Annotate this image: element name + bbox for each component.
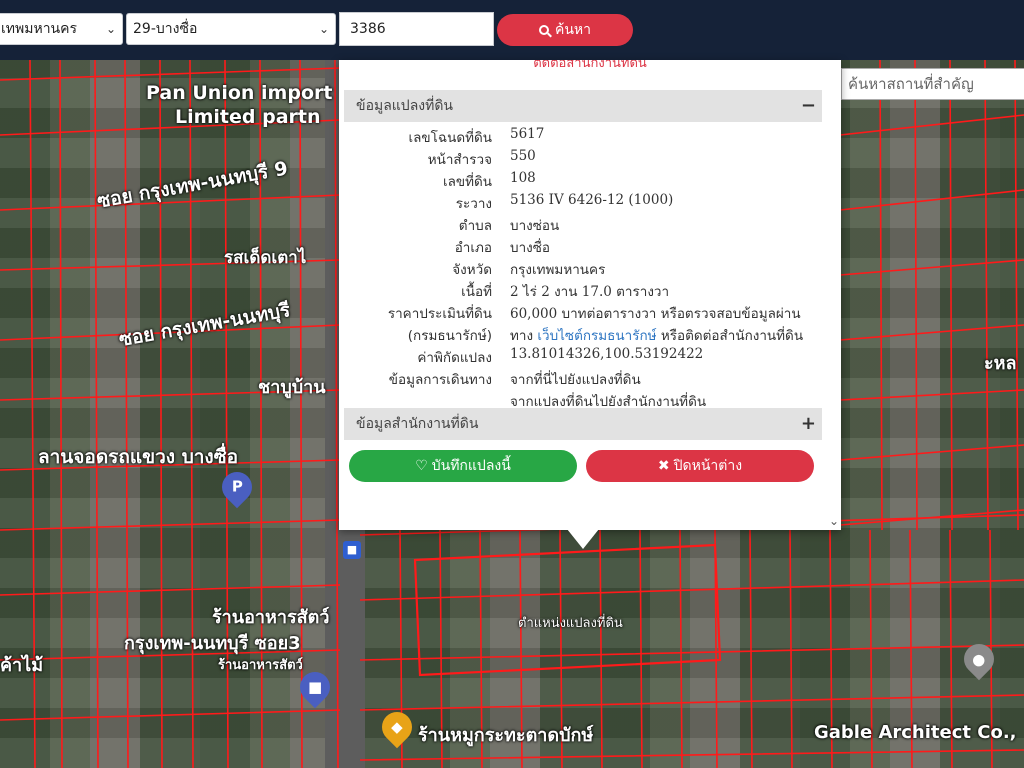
land-info-section-header[interactable]: ข้อมูลแปลงที่ดิน − (344, 90, 822, 122)
map-label-right-edge: ะหล (984, 353, 1017, 374)
survey-label: หน้าสำรวจ (427, 152, 492, 168)
chevron-down-icon: ⌄ (105, 22, 116, 36)
search-icon (538, 25, 549, 35)
search-button-label: ค้นหา (554, 22, 592, 38)
land-info-section-title: ข้อมูลแปลงที่ดิน (356, 98, 454, 114)
close-window-label: ปิดหน้าต่าง (673, 458, 743, 474)
top-search-bar: เทพมหานคร ⌄ 29-บางซื่อ ⌄ 3386 ค้นหา (0, 0, 1024, 60)
district-select[interactable]: 29-บางซื่อ ⌄ (126, 13, 336, 45)
bus-stop-icon[interactable]: ■ (343, 541, 361, 559)
coordinate-link[interactable]: 13.81014326,100.53192422 (510, 346, 703, 362)
map-label-parking: ลานจอดรถแขวง บางซื่อ (38, 446, 239, 468)
map-label-pet-food: ร้านอาหารสัตว์ (212, 607, 330, 628)
save-plot-label: บันทึกแปลงนี้ (431, 458, 511, 474)
survey-value: 550 (510, 148, 536, 164)
contact-land-office-text: ติดต่อสำนักงานที่ดิน (533, 60, 647, 70)
detail-row: ค่าพิกัดแปลง 13.81014326,100.53192422 (344, 346, 822, 368)
map-label-gable: Gable Architect Co., (814, 722, 1017, 743)
detail-row: จังหวัด กรุงเทพมหานคร (344, 258, 822, 280)
price-label: ราคาประเมินที่ดิน (387, 306, 492, 322)
scroll-down-icon[interactable]: ⌄ (829, 514, 839, 528)
detail-row: อำเภอ บางซื่อ (344, 236, 822, 258)
land-office-section-title: ข้อมูลสำนักงานที่ดิน (356, 416, 479, 432)
district-value: บางซื่อ (510, 240, 551, 256)
popup-top-clipped: ติดต่อสำนักงานที่ดิน (339, 60, 841, 70)
subdistrict-value: บางซ่อน (510, 218, 560, 234)
save-plot-button[interactable]: ♡ บันทึกแปลงนี้ (349, 450, 577, 482)
search-button[interactable]: ค้นหา (497, 14, 633, 46)
district-label: อำเภอ (454, 240, 492, 256)
map-label-chabu: ชาบูบ้าน (258, 377, 326, 398)
deed-number-input[interactable]: 3386 (339, 12, 494, 46)
parcel-label: เลขที่ดิน (442, 174, 492, 190)
parcel-value: 108 (510, 170, 536, 186)
dept-label: (กรมธนารักษ์) (407, 328, 492, 344)
deed-value: 5617 (510, 126, 545, 142)
land-info-details: เลขโฉนดที่ดิน 5617 หน้าสำรวจ 550 เลขที่ด… (344, 126, 822, 412)
collapse-icon[interactable]: − (801, 90, 816, 122)
map-label-pet-food-2: ร้านอาหารสัตว์ (218, 658, 303, 673)
map-label-limited: Limited partn (175, 106, 321, 128)
area-value: 2 ไร่ 2 งาน 17.0 ตารางวา (510, 284, 670, 300)
province-select-value: เทพมหานคร (1, 21, 78, 37)
province-select[interactable]: เทพมหานคร ⌄ (0, 13, 123, 45)
popup-pointer (567, 529, 599, 549)
dept-prefix: ทาง (510, 328, 534, 344)
map-label-restaurant: รสเด็ดเตาไ (224, 248, 307, 268)
detail-row: เลขที่ดิน 108 (344, 170, 822, 192)
detail-row: ระวาง 5136 IV 6426-12 (1000) (344, 192, 822, 214)
province-label: จังหวัด (452, 262, 492, 278)
heart-icon: ♡ (415, 458, 428, 474)
subdistrict-label: ตำบล (458, 218, 492, 234)
expand-icon[interactable]: + (801, 408, 816, 440)
landmark-search-input[interactable]: ค้นหาสถานที่สำคัญ (841, 68, 1024, 100)
treasury-website-link[interactable]: เว็บไซต์กรมธนารักษ์ (537, 328, 656, 344)
detail-row: เนื้อที่ 2 ไร่ 2 งาน 17.0 ตารางวา (344, 280, 822, 302)
map-label-wood-shop: ค้าไม้ (0, 655, 44, 676)
detail-row: หน้าสำรวจ 550 (344, 148, 822, 170)
parcel-info-popup: ติดต่อสำนักงานที่ดิน ข้อมูลแปลงที่ดิน − … (339, 60, 841, 530)
district-select-value: 29-บางซื่อ (133, 21, 198, 37)
sheet-label: ระวาง (455, 196, 492, 212)
coord-label: ค่าพิกัดแปลง (417, 350, 492, 366)
detail-row: ราคาประเมินที่ดิน 60,000 บาทต่อตารางวา ห… (344, 302, 822, 324)
province-value: กรุงเทพมหานคร (510, 262, 606, 278)
map-label-soi-3: กรุงเทพ-นนทบุรี ซอย3 (124, 633, 301, 654)
area-label: เนื้อที่ (461, 284, 492, 300)
map-label-plot-location: ตำแหน่งแปลงที่ดิน (518, 616, 623, 631)
directions-to-plot-link[interactable]: จากที่นี่ไปยังแปลงที่ดิน (510, 368, 641, 390)
sheet-value: 5136 IV 6426-12 (1000) (510, 192, 674, 208)
map-label-mookata: ร้านหมูกระทะตาดบักษ์ (418, 725, 594, 746)
travel-label: ข้อมูลการเดินทาง (388, 372, 492, 388)
chevron-down-icon: ⌄ (318, 22, 329, 36)
close-icon: ✖ (657, 458, 670, 474)
detail-row: เลขโฉนดที่ดิน 5617 (344, 126, 822, 148)
land-office-section-header[interactable]: ข้อมูลสำนักงานที่ดิน + (344, 408, 822, 440)
detail-row: ข้อมูลการเดินทาง จากที่นี่ไปยังแปลงที่ดิ… (344, 368, 822, 390)
price-value: 60,000 บาทต่อตารางวา หรือตรวจสอบข้อมูลผ่… (510, 306, 801, 322)
detail-row: ตำบล บางซ่อน (344, 214, 822, 236)
close-window-button[interactable]: ✖ ปิดหน้าต่าง (586, 450, 814, 482)
dept-value: ทาง เว็บไซต์กรมธนารักษ์ หรือติดต่อสำนักง… (510, 324, 803, 346)
dept-suffix: หรือติดต่อสำนักงานที่ดิน (660, 328, 804, 344)
deed-label: เลขโฉนดที่ดิน (408, 130, 492, 146)
map-label-pan-union: Pan Union import (146, 82, 333, 104)
detail-row: (กรมธนารักษ์) ทาง เว็บไซต์กรมธนารักษ์ หร… (344, 324, 822, 346)
